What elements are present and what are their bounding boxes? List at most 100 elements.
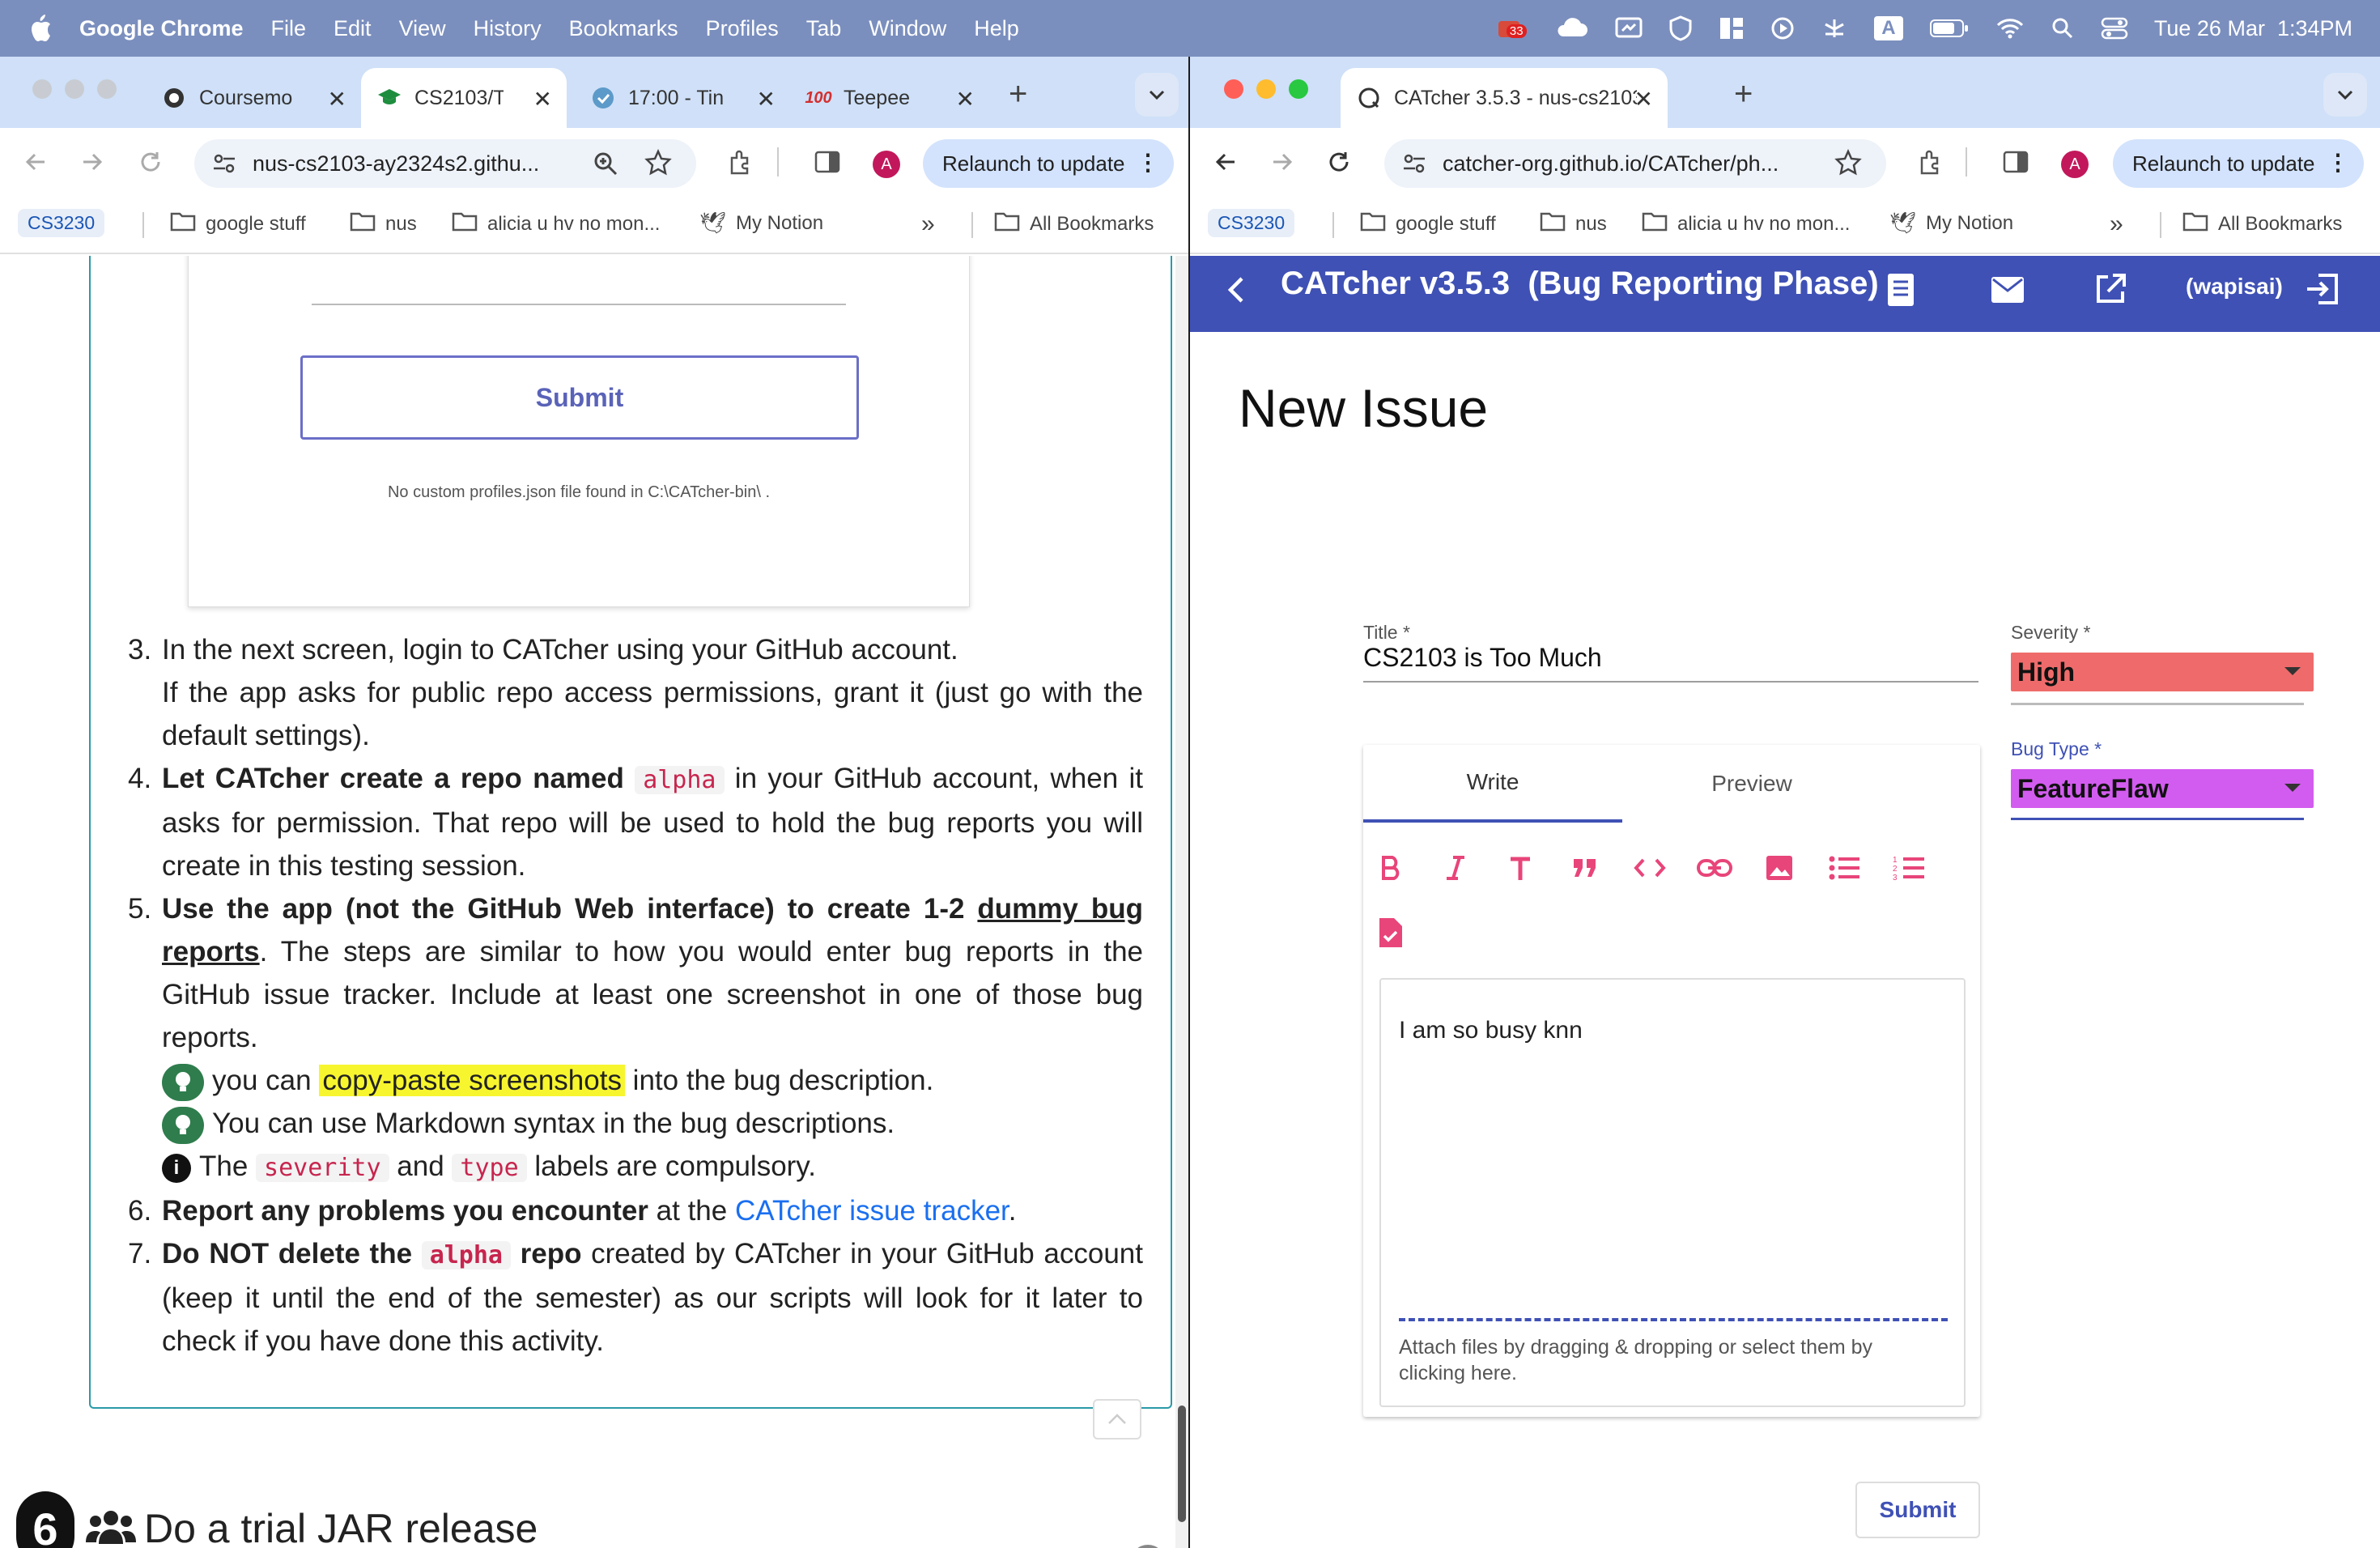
back-arrow-icon[interactable] [21, 147, 50, 176]
back-arrow-icon[interactable] [1211, 147, 1240, 176]
tab-preview[interactable]: Preview [1622, 745, 1881, 823]
description-textarea[interactable]: I am so busy knn Attach files by draggin… [1379, 978, 1966, 1407]
image-icon[interactable] [1762, 850, 1797, 886]
wifi-icon[interactable] [1995, 17, 2025, 40]
apple-icon[interactable] [24, 14, 57, 43]
tab-search-button[interactable] [1135, 73, 1179, 117]
bookmark-alicia[interactable]: alicia u hv no mon... [452, 211, 660, 237]
bookmark-alicia[interactable]: alicia u hv no mon... [1642, 211, 1850, 237]
menu-file[interactable]: File [271, 16, 307, 41]
bookmark-cs3230[interactable]: CS3230 [1208, 209, 1295, 237]
close-tab-icon[interactable]: ✕ [533, 86, 552, 113]
title-input[interactable]: CS2103 is Too Much [1363, 643, 1978, 683]
numbered-list-icon[interactable]: 123 [1891, 850, 1927, 886]
menu-app-name[interactable]: Google Chrome [79, 16, 244, 41]
italic-icon[interactable] [1438, 850, 1473, 886]
all-bookmarks[interactable]: All Bookmarks [994, 211, 1154, 237]
input-source-icon[interactable]: A [1873, 16, 1903, 40]
scrollbar-thumb[interactable] [1178, 1406, 1186, 1522]
menu-help[interactable]: Help [974, 16, 1019, 41]
reload-icon[interactable] [1324, 147, 1354, 176]
bookmark-my-notion[interactable]: 🕊 My Notion [1889, 211, 2013, 236]
media-play-icon[interactable] [1770, 16, 1795, 40]
attach-files-hint[interactable]: Attach files by dragging & dropping or s… [1399, 1334, 1917, 1386]
menu-history[interactable]: History [474, 16, 542, 41]
close-tab-icon[interactable]: ✕ [328, 86, 346, 113]
extensions-icon[interactable] [1917, 147, 1946, 176]
profile-avatar[interactable]: A [2061, 151, 2089, 178]
bookmark-cs3230[interactable]: CS3230 [18, 209, 105, 237]
address-bar[interactable]: nus-cs2103-ay2324s2.githu... [194, 139, 696, 188]
window-layout-icon[interactable] [1719, 16, 1745, 40]
profile-avatar[interactable]: A [873, 151, 900, 178]
bookmarks-overflow-icon[interactable]: » [921, 211, 935, 238]
more-menu-icon[interactable]: ⋮ [2327, 149, 2349, 176]
reload-icon[interactable] [136, 147, 165, 176]
tab-timer[interactable]: 17:00 - Tin ✕ [575, 68, 790, 128]
submit-button[interactable]: Submit [1855, 1482, 1980, 1538]
bookmark-star-icon[interactable] [644, 148, 672, 182]
spotlight-search-icon[interactable] [2051, 16, 2075, 40]
site-info-icon[interactable] [212, 152, 236, 181]
site-info-icon[interactable] [1402, 152, 1426, 181]
menu-window[interactable]: Window [869, 16, 946, 41]
network-tool-icon[interactable] [1821, 16, 1848, 40]
relaunch-to-update-button[interactable]: Relaunch to update ⋮ [2113, 139, 2364, 188]
forward-arrow-icon[interactable] [1268, 147, 1297, 176]
relaunch-to-update-button[interactable]: Relaunch to update ⋮ [923, 139, 1174, 188]
menu-edit[interactable]: Edit [334, 16, 372, 41]
bookmark-google-stuff[interactable]: google stuff [170, 211, 306, 237]
zoom-icon[interactable] [593, 151, 618, 182]
code-icon[interactable] [1632, 850, 1668, 886]
bookmark-star-icon[interactable] [1834, 148, 1862, 182]
close-tab-icon[interactable]: ✕ [1634, 86, 1653, 113]
all-bookmarks[interactable]: All Bookmarks [2182, 211, 2342, 237]
tab-teepee[interactable]: 100 Teepee ✕ [790, 68, 989, 128]
zoom-window-button[interactable] [97, 79, 117, 99]
heading-icon[interactable] [1502, 850, 1538, 886]
forward-arrow-icon[interactable] [78, 147, 107, 176]
minimize-window-button[interactable] [65, 79, 84, 99]
notification-app-icon[interactable]: 33 [1495, 16, 1528, 40]
catcher-issue-tracker-link[interactable]: CATcher issue tracker [735, 1195, 1009, 1227]
side-panel-icon[interactable] [813, 147, 842, 176]
menu-tab[interactable]: Tab [806, 16, 842, 41]
more-menu-icon[interactable]: ⋮ [1137, 149, 1159, 176]
link-icon[interactable] [1697, 850, 1732, 886]
control-center-icon[interactable] [2101, 16, 2128, 40]
issue-list-icon[interactable] [1885, 272, 1917, 312]
bold-icon[interactable] [1373, 850, 1409, 886]
scrollbar[interactable] [1175, 256, 1188, 1548]
severity-select[interactable]: High [2011, 653, 2314, 691]
menu-view[interactable]: View [399, 16, 446, 41]
bug-type-select[interactable]: FeatureFlaw [2011, 769, 2314, 808]
quote-icon[interactable] [1567, 850, 1603, 886]
tab-search-button[interactable] [2323, 73, 2367, 117]
minimize-window-button[interactable] [1256, 79, 1276, 99]
close-window-button[interactable] [1224, 79, 1243, 99]
tab-catcher[interactable]: CATcher 3.5.3 - nus-cs2103- ✕ [1341, 68, 1668, 128]
open-external-icon[interactable] [2093, 272, 2127, 310]
file-attachment-icon[interactable] [1373, 915, 1409, 950]
bookmarks-overflow-icon[interactable]: » [2110, 211, 2123, 238]
bookmark-my-notion[interactable]: 🕊 My Notion [699, 211, 823, 236]
mail-icon[interactable] [1990, 275, 2025, 308]
bookmark-google-stuff[interactable]: google stuff [1360, 211, 1496, 237]
close-tab-icon[interactable]: ✕ [757, 86, 776, 113]
scroll-to-top-button[interactable] [1130, 1545, 1166, 1548]
extensions-icon[interactable] [727, 147, 756, 176]
new-tab-button[interactable]: + [1009, 76, 1027, 113]
side-panel-icon[interactable] [2001, 147, 2030, 176]
tab-coursemology[interactable]: Coursemo ✕ [146, 68, 361, 128]
close-window-button[interactable] [32, 79, 52, 99]
menu-bookmarks[interactable]: Bookmarks [569, 16, 678, 41]
bulleted-list-icon[interactable] [1826, 850, 1862, 886]
menubar-clock[interactable]: Tue 26 Mar 1:34PM [2154, 16, 2352, 41]
close-tab-icon[interactable]: ✕ [956, 86, 975, 113]
back-chevron-icon[interactable] [1224, 274, 1248, 310]
tab-write[interactable]: Write [1363, 745, 1622, 823]
address-bar[interactable]: catcher-org.github.io/CATcher/ph... [1384, 139, 1886, 188]
cloud-icon[interactable] [1553, 17, 1589, 40]
collapse-card-button[interactable] [1093, 1399, 1141, 1440]
logout-icon[interactable] [2306, 272, 2340, 310]
